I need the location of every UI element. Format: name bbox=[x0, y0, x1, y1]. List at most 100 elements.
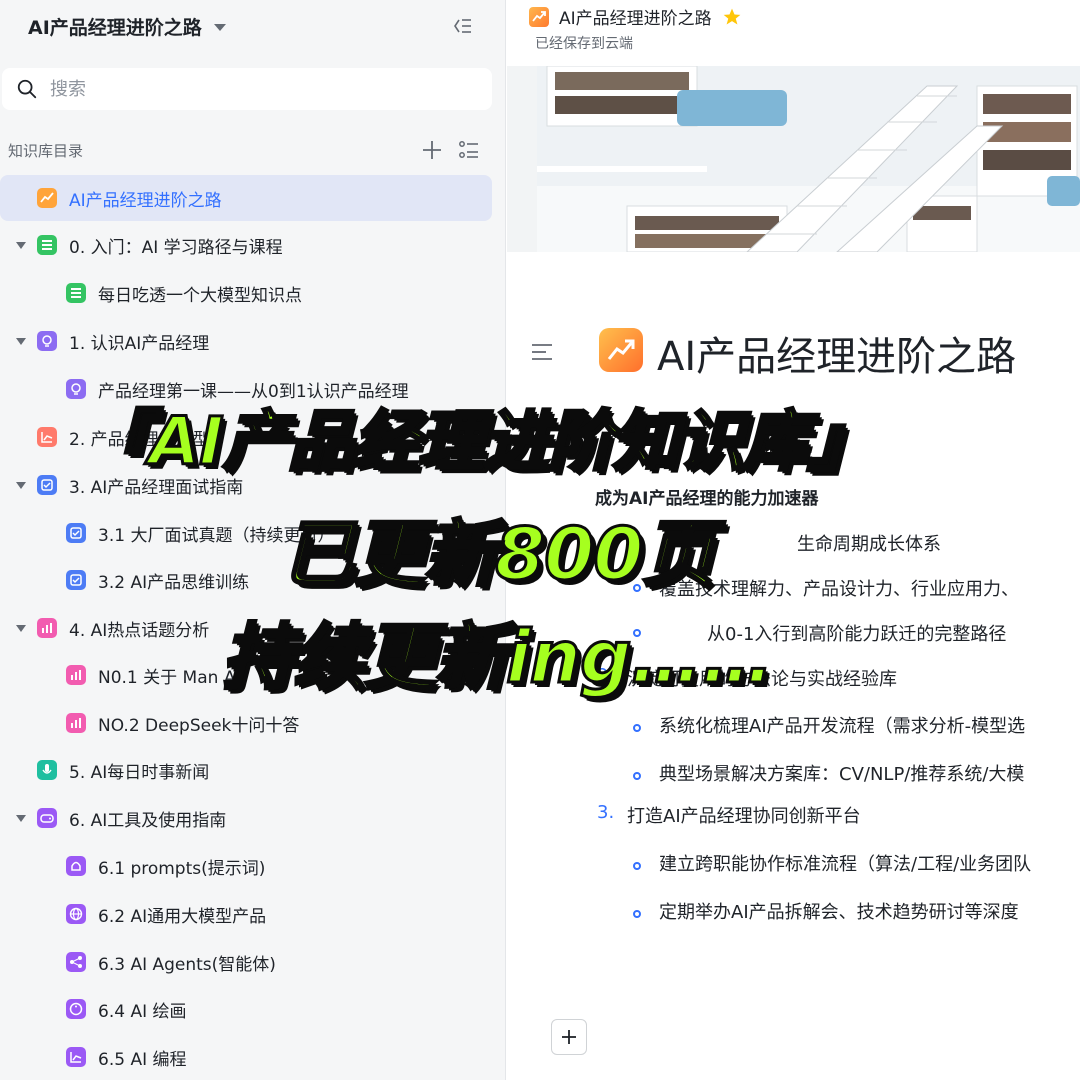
sidebar-item[interactable]: NO.2 DeepSeek十问十答 bbox=[0, 700, 492, 746]
add-block-button[interactable] bbox=[551, 1019, 587, 1055]
sidebar-item[interactable]: 3. AI产品经理面试指南 bbox=[0, 462, 492, 508]
sidebar-item-label: 1. 认识AI产品经理 bbox=[69, 333, 210, 354]
save-status: 已经保存到云端 bbox=[535, 36, 633, 52]
document-topbar: AI产品经理进阶之路 bbox=[529, 4, 742, 29]
sidebar-item-label: 6.4 AI 绘画 bbox=[98, 1001, 187, 1022]
globe-icon bbox=[66, 904, 86, 924]
sidebar-item[interactable]: AI产品经理进阶之路 bbox=[0, 175, 492, 221]
sidebar-item-label: 6.5 AI 编程 bbox=[98, 1049, 187, 1070]
search-input[interactable] bbox=[50, 78, 450, 100]
expand-arrow-icon[interactable] bbox=[16, 814, 26, 822]
bullet-icon bbox=[633, 724, 641, 732]
search-icon bbox=[17, 79, 37, 99]
sidebar-item-label: 6.3 AI Agents(智能体) bbox=[98, 954, 276, 975]
chart-icon bbox=[37, 427, 57, 447]
caret-down-icon[interactable] bbox=[213, 23, 226, 31]
document-area: AI产品经理进阶之路 已经保存到云端 AI产品经理进阶之路 成为AI产品经理的能… bbox=[507, 0, 1080, 1080]
bullet-icon bbox=[633, 629, 641, 637]
sidebar-item[interactable]: 3.2 AI产品思维训练 bbox=[0, 557, 492, 603]
sidebar-item-label: 3.1 大厂面试真题（持续更新） bbox=[98, 525, 335, 546]
list-item: 建立跨职能协作标准流程（算法/工程/业务团队 bbox=[659, 854, 1032, 875]
sidebar-item-label: 6. AI工具及使用指南 bbox=[69, 810, 227, 831]
gamepad-icon bbox=[37, 808, 57, 828]
bullet-icon bbox=[633, 910, 641, 918]
expand-arrow-icon[interactable] bbox=[16, 481, 26, 489]
sidebar-item-label: 3. AI产品经理面试指南 bbox=[69, 477, 244, 498]
sheet-icon bbox=[37, 235, 57, 255]
knowledge-base-sidebar: AI产品经理进阶之路 知识库目录 AI产品经理进阶之路 0. 入门：AI 学习路径… bbox=[0, 0, 506, 1080]
sidebar-item[interactable]: 2. 产品经理常用型 bbox=[0, 414, 492, 460]
bell-icon bbox=[66, 856, 86, 876]
outline-icon[interactable] bbox=[531, 342, 553, 362]
list-item: 覆盖技术理解力、产品设计力、行业应用力、 bbox=[659, 579, 1019, 600]
sidebar-item-label: 产品经理第一课——从0到1认识产品经理 bbox=[98, 381, 409, 402]
sidebar-item[interactable]: 6.5 AI 编程 bbox=[0, 1034, 492, 1080]
lightbulb-icon bbox=[37, 331, 57, 351]
sidebar-item-label: AI产品经理进阶之路 bbox=[69, 190, 222, 211]
cover-image[interactable] bbox=[507, 66, 1080, 252]
list-item: 生命周期成长体系 bbox=[797, 534, 941, 555]
share-icon bbox=[66, 952, 86, 972]
plus-icon bbox=[562, 1030, 576, 1044]
list-view-icon[interactable] bbox=[457, 138, 481, 162]
sidebar-item-label: N0.1 关于 Man AI bbox=[98, 667, 241, 688]
expand-arrow-icon[interactable] bbox=[16, 337, 26, 345]
lightbulb-icon bbox=[66, 379, 86, 399]
list-item: 系统化梳理AI产品开发流程（需求分析-模型选 bbox=[659, 716, 1026, 737]
collapse-sidebar-icon[interactable] bbox=[450, 14, 474, 38]
bar-chart-icon bbox=[66, 665, 86, 685]
add-page-icon[interactable] bbox=[420, 138, 444, 162]
sidebar-item[interactable]: 0. 入门：AI 学习路径与课程 bbox=[0, 222, 492, 268]
check-icon bbox=[66, 570, 86, 590]
list-item: 打造AI产品经理协同创新平台 bbox=[627, 806, 861, 827]
check-icon bbox=[66, 523, 86, 543]
sidebar-item[interactable]: 4. AI热点话题分析 bbox=[0, 605, 492, 651]
sidebar-item-label: 4. AI热点话题分析 bbox=[69, 620, 210, 641]
sidebar-item-label: 3.2 AI产品思维训练 bbox=[98, 572, 250, 593]
sidebar-item[interactable]: 3.1 大厂面试真题（持续更新） bbox=[0, 510, 492, 556]
bar-chart-icon bbox=[37, 618, 57, 638]
list-number: 2. bbox=[597, 665, 615, 686]
list-item: 典型场景解决方案库：CV/NLP/推荐系统/大模 bbox=[659, 764, 1025, 785]
palette-icon bbox=[66, 999, 86, 1019]
list-number: 3. bbox=[597, 802, 615, 823]
sidebar-item[interactable]: 产品经理第一课——从0到1认识产品经理 bbox=[0, 366, 492, 412]
star-icon[interactable] bbox=[722, 7, 742, 27]
sidebar-item-label: 6.2 AI通用大模型产品 bbox=[98, 906, 267, 927]
directory-header: 知识库目录 bbox=[8, 134, 490, 166]
bookshelf-left bbox=[546, 66, 698, 127]
page-title[interactable]: AI产品经理进阶之路 bbox=[657, 324, 1016, 382]
trend-chart-icon[interactable] bbox=[599, 328, 643, 372]
trend-chart-icon bbox=[37, 188, 57, 208]
list-item: 沉淀可复用的方法论与实战经验库 bbox=[627, 669, 897, 690]
sidebar-item-label: 0. 入门：AI 学习路径与课程 bbox=[69, 237, 283, 258]
workspace-title[interactable]: AI产品经理进阶之路 bbox=[28, 13, 202, 40]
expand-arrow-icon[interactable] bbox=[16, 241, 26, 249]
sidebar-item[interactable]: N0.1 关于 Man AI bbox=[0, 652, 492, 698]
directory-label: 知识库目录 bbox=[8, 141, 84, 160]
sidebar-item[interactable]: 6.4 AI 绘画 bbox=[0, 986, 492, 1032]
sidebar-item[interactable]: 1. 认识AI产品经理 bbox=[0, 318, 492, 364]
sheet-icon bbox=[66, 283, 86, 303]
bullet-icon bbox=[633, 584, 641, 592]
section-subheading: 成为AI产品经理的能力加速器 bbox=[595, 489, 819, 509]
sidebar-item-label: 每日吃透一个大模型知识点 bbox=[98, 285, 302, 306]
document-name[interactable]: AI产品经理进阶之路 bbox=[559, 4, 712, 29]
bullet-icon bbox=[633, 772, 641, 780]
chart-icon bbox=[66, 1047, 86, 1067]
sidebar-item[interactable]: 6.3 AI Agents(智能体) bbox=[0, 939, 492, 985]
microphone-icon bbox=[37, 760, 57, 780]
sidebar-item-label: 2. 产品经理常用型 bbox=[69, 429, 210, 450]
check-icon bbox=[37, 475, 57, 495]
sidebar-item[interactable]: 每日吃透一个大模型知识点 bbox=[0, 270, 492, 316]
sidebar-item-label: 6.1 prompts(提示词) bbox=[98, 858, 266, 879]
search-box[interactable] bbox=[2, 68, 492, 110]
list-item: 定期举办AI产品拆解会、技术趋势研讨等深度 bbox=[659, 902, 1019, 923]
expand-arrow-icon[interactable] bbox=[16, 624, 26, 632]
sidebar-item[interactable]: 6.2 AI通用大模型产品 bbox=[0, 891, 492, 937]
sidebar-item[interactable]: 5. AI每日时事新闻 bbox=[0, 747, 492, 793]
list-item: 从0-1入行到高阶能力跃迁的完整路径 bbox=[707, 624, 1007, 645]
sidebar-item[interactable]: 6. AI工具及使用指南 bbox=[0, 795, 492, 841]
sidebar-header[interactable]: AI产品经理进阶之路 bbox=[28, 10, 226, 42]
sidebar-item[interactable]: 6.1 prompts(提示词) bbox=[0, 843, 492, 889]
